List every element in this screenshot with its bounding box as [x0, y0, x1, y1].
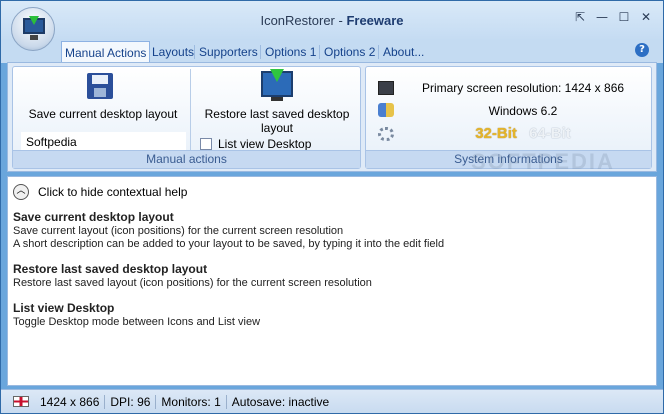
group-divider — [190, 69, 191, 151]
help-heading: Restore last saved desktop layout — [13, 262, 208, 276]
help-icon[interactable]: ? — [635, 43, 649, 57]
help-text: Restore last saved layout (icon position… — [13, 277, 372, 289]
status-resolution: 1424 x 866 — [35, 394, 106, 409]
bit32-label: 32-Bit — [475, 125, 517, 142]
ribbon-tabs: Manual Actions Layouts Supporters Option… — [1, 39, 663, 63]
contextual-help-pane: ︿ Click to hide contextual help Save cur… — [7, 176, 657, 386]
architecture-indicator: 32-Bit 64-Bit — [400, 125, 646, 142]
status-autosave: Autosave: inactive — [231, 394, 330, 409]
monitor-icon — [378, 81, 394, 95]
restore-layout-button[interactable]: Restore last saved desktop layout — [195, 107, 359, 135]
status-dpi: DPI: 96 — [105, 394, 157, 409]
tab-options-2[interactable]: Options 2 — [321, 41, 378, 63]
close-button[interactable]: ✕ — [637, 9, 655, 25]
manual-actions-group: Save current desktop layout Restore last… — [12, 66, 361, 169]
help-section-restore: Restore last saved desktop layout Restor… — [13, 262, 372, 290]
tab-options-1[interactable]: Options 1 — [262, 41, 319, 63]
app-name: IconRestorer — [260, 13, 335, 28]
screen-resolution-text: Primary screen resolution: 1424 x 866 — [421, 81, 625, 95]
uk-flag-icon[interactable] — [13, 396, 29, 407]
layout-description-input[interactable] — [21, 132, 186, 152]
title-bar: IconRestorer - Freeware ⇱ — ☐ ✕ — [1, 1, 663, 41]
restore-monitor-icon[interactable] — [261, 69, 293, 101]
help-section-save: Save current desktop layout Save current… — [13, 210, 444, 251]
help-text: Save current layout (icon positions) for… — [13, 225, 344, 237]
tab-manual-actions[interactable]: Manual Actions — [61, 41, 151, 63]
help-section-list-view: List view Desktop Toggle Desktop mode be… — [13, 301, 260, 329]
help-text: Toggle Desktop mode between Icons and Li… — [13, 316, 261, 328]
gear-icon — [378, 127, 394, 141]
app-logo-icon[interactable] — [11, 7, 55, 51]
edition-label: Freeware — [346, 13, 404, 28]
list-view-label[interactable]: List view Desktop — [218, 137, 311, 151]
help-text: A short description can be added to your… — [13, 238, 445, 250]
bit64-label: 64-Bit — [529, 125, 571, 142]
windows-icon — [378, 103, 394, 117]
os-version-text: Windows 6.2 — [488, 104, 558, 118]
toggle-help-label[interactable]: Click to hide contextual help — [38, 185, 187, 199]
window-controls: ⇱ — ☐ ✕ — [571, 9, 655, 25]
collapse-help-icon[interactable]: ︿ — [13, 184, 29, 200]
minimize-button[interactable]: — — [593, 9, 611, 25]
app-window: IconRestorer - Freeware ⇱ — ☐ ✕ Manual A… — [0, 0, 664, 414]
restore-window-button[interactable]: ⇱ — [571, 9, 589, 25]
status-monitors: Monitors: 1 — [156, 394, 227, 409]
tab-about[interactable]: About... — [380, 41, 427, 63]
help-heading: Save current desktop layout — [13, 210, 174, 224]
watermark-text: SOFTPEDIA — [471, 149, 615, 174]
save-layout-button[interactable]: Save current desktop layout — [17, 107, 189, 121]
tab-layouts[interactable]: Layouts — [149, 41, 197, 63]
window-title: IconRestorer - Freeware — [260, 13, 404, 28]
manual-actions-group-label: Manual actions — [13, 150, 360, 168]
list-view-checkbox[interactable] — [200, 138, 212, 150]
maximize-button[interactable]: ☐ — [615, 9, 633, 25]
help-heading: List view Desktop — [13, 301, 115, 315]
status-bar: 1424 x 866 DPI: 96 Monitors: 1 Autosave:… — [1, 389, 663, 413]
save-disk-icon[interactable] — [87, 73, 113, 99]
tab-supporters[interactable]: Supporters — [196, 41, 261, 63]
